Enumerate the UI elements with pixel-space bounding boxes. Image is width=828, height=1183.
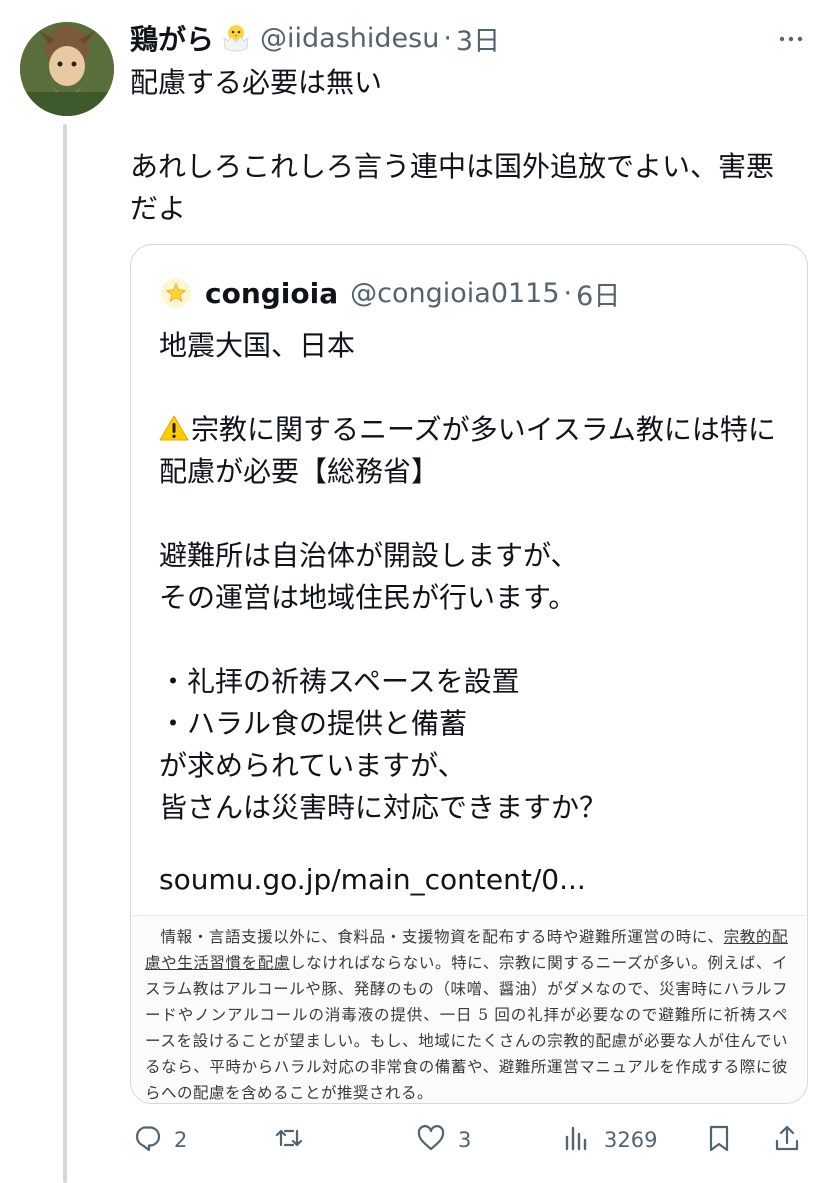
more-icon[interactable] [776, 24, 806, 54]
document-text-start: 情報・言語支援以外に、食料品・支援物資を配布する時や避難所運営の時に、 [160, 928, 724, 946]
document-image[interactable]: 情報・言語支援以外に、食料品・支援物資を配布する時や避難所運営の時に、宗教的配慮… [131, 915, 806, 1103]
separator-dot: · [443, 22, 452, 54]
quote-link[interactable]: soumu.go.jp/main_content/0... [159, 859, 586, 901]
separator-dot: · [563, 277, 573, 309]
document-text-rest: しなければならない。特に、宗教に関するニーズが多い。例えば、イスラム教はアルコー… [145, 954, 788, 1102]
warning-icon [159, 412, 189, 441]
reply-count: 2 [174, 1128, 188, 1152]
quote-body: 宗教に関するニーズが多いイスラム教には特に配慮が必要【総務省】 避難所は自治体が… [159, 413, 776, 824]
tweet-header: 鶏がら @iidashidesu · 3日 [130, 18, 500, 58]
quoted-tweet[interactable]: congioia @congioia0115 · 6日 地震大国、日本 宗教に関… [130, 244, 808, 1104]
quote-first-line: 地震大国、日本 [159, 329, 356, 362]
author-name[interactable]: 鶏がら [130, 18, 214, 58]
star-icon[interactable] [161, 278, 191, 308]
like-button[interactable]: 3 [416, 1118, 471, 1162]
share-icon [772, 1123, 802, 1157]
view-count: 3269 [604, 1128, 658, 1152]
tweet-detail: 鶏がら @iidashidesu · 3日 配慮する必要は無い あれしろこれしろ… [0, 0, 828, 1183]
bookmark-button[interactable] [704, 1118, 734, 1162]
retweet-icon [274, 1123, 304, 1157]
document-excerpt: 情報・言語支援以外に、食料品・支援物資を配布する時や避難所運営の時に、宗教的配慮… [145, 924, 788, 1103]
quote-time[interactable]: 6日 [576, 274, 620, 313]
thread-line [63, 124, 67, 1183]
quote-text: 地震大国、日本 宗教に関するニーズが多いイスラム教には特に配慮が必要【総務省】 … [159, 325, 789, 829]
bookmark-icon [704, 1123, 734, 1157]
retweet-button[interactable] [274, 1118, 316, 1162]
like-count: 3 [458, 1128, 472, 1152]
views-button[interactable]: 3269 [562, 1118, 657, 1162]
author-handle[interactable]: @iidashidesu [260, 23, 439, 54]
views-icon [562, 1123, 592, 1157]
avatar[interactable] [20, 22, 114, 116]
reply-icon [132, 1123, 162, 1157]
quote-header: congioia @congioia0115 · 6日 [161, 271, 620, 315]
reply-button[interactable]: 2 [132, 1118, 187, 1162]
tweet-time[interactable]: 3日 [456, 19, 500, 58]
action-bar: 2 3 3269 [130, 1118, 810, 1162]
share-button[interactable] [772, 1118, 802, 1162]
tweet-text: 配慮する必要は無い あれしろこれしろ言う連中は国外追放でよい、害悪だよ [130, 66, 775, 225]
hatching-chick-icon [220, 22, 252, 54]
heart-icon [416, 1123, 446, 1157]
quote-author-name[interactable]: congioia [205, 277, 338, 310]
quote-author-handle[interactable]: @congioia0115 [350, 278, 559, 309]
